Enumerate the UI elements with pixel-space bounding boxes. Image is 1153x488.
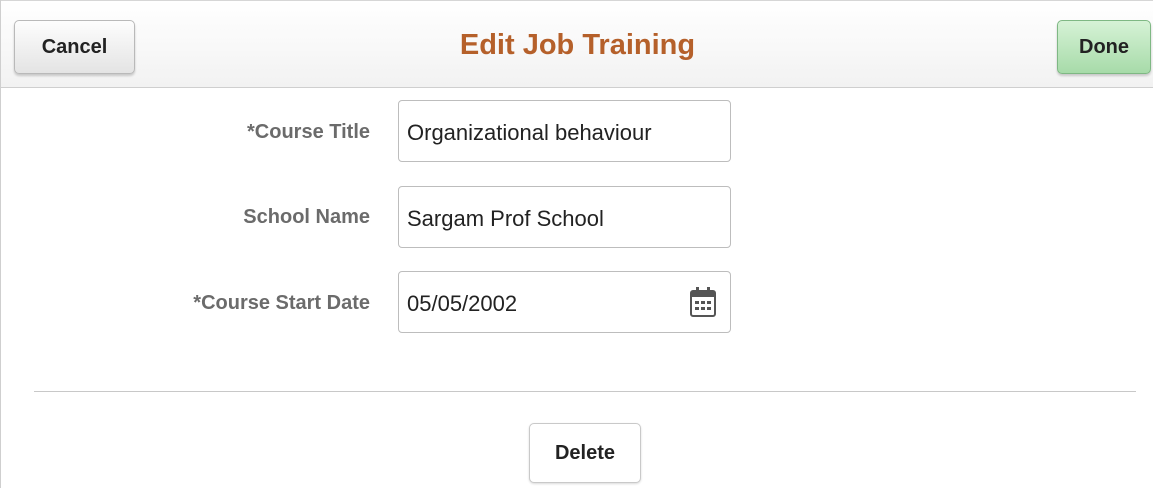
course-start-date-field[interactable]: 05/05/2002 (398, 271, 731, 333)
delete-button[interactable]: Delete (529, 423, 641, 483)
done-button[interactable]: Done (1057, 20, 1151, 74)
course-title-field[interactable]: Organizational behaviour (398, 100, 731, 162)
course-title-label: *Course Title (247, 121, 370, 143)
section-divider (34, 391, 1136, 392)
header-bar: Cancel Edit Job Training Done (1, 0, 1153, 88)
course-title-value: Organizational behaviour (407, 120, 652, 145)
page-title: Edit Job Training (459, 29, 696, 61)
school-name-field[interactable]: Sargam Prof School (398, 186, 731, 248)
school-name-value: Sargam Prof School (407, 206, 604, 231)
school-name-label: School Name (243, 206, 370, 228)
edit-job-training-page: Cancel Edit Job Training Done *Course Ti… (0, 0, 1153, 488)
calendar-icon[interactable] (689, 286, 717, 318)
course-start-date-value: 05/05/2002 (407, 291, 518, 316)
course-start-date-label: *Course Start Date (193, 292, 370, 314)
